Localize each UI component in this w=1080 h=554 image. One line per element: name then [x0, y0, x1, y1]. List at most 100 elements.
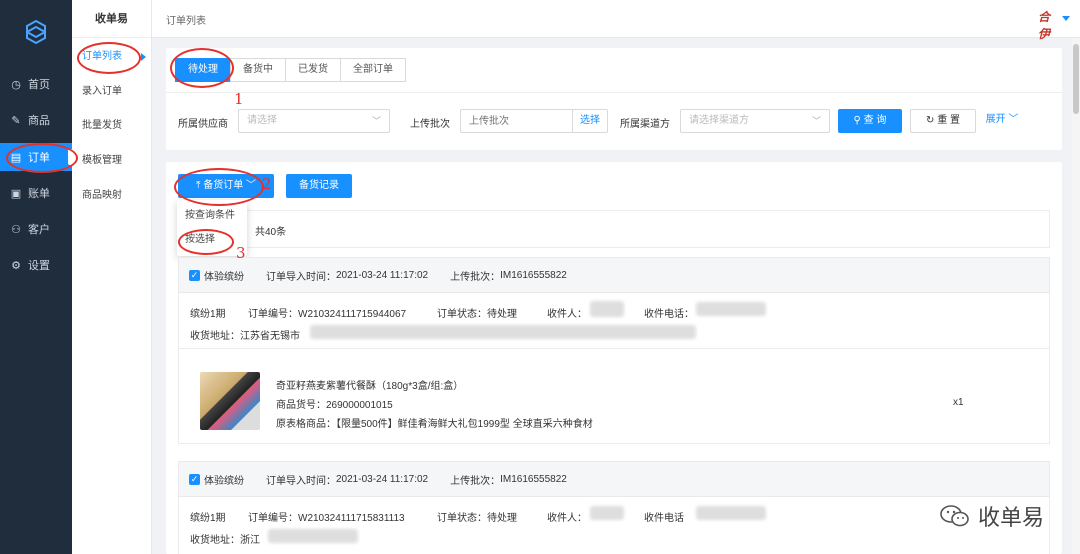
top-header: 订单列表 合伊 — [152, 0, 1080, 41]
redacted-address — [268, 529, 358, 543]
sub-item-enter-order[interactable]: 录入订单 — [72, 80, 152, 104]
order-no-value: W210324111715831113 — [298, 513, 405, 524]
batch-select-button[interactable]: 选择 — [572, 109, 608, 133]
status-tabs: 待处理 备货中 已发货 全部订单 — [175, 58, 406, 82]
dropdown-item-by-query[interactable]: 按查询条件 — [177, 204, 247, 228]
chevron-down-icon: ﹀ — [1005, 114, 1019, 125]
channel-select[interactable]: 请选择渠道方 ﹀ — [680, 109, 830, 133]
address-value: 江苏省无锡市 — [240, 331, 300, 342]
product-origin-value: 【限量500件】鲜佳肴海鲜大礼包1999型 全球直采六种食材 — [336, 419, 593, 430]
batch-input[interactable] — [460, 109, 574, 133]
sub-item-order-list[interactable]: 订单列表 — [72, 45, 152, 69]
nav-item-orders[interactable]: ▤ 订单 — [0, 143, 72, 171]
supplier-select[interactable]: 请选择 ﹀ — [238, 109, 390, 133]
divider — [166, 92, 1062, 93]
reset-button-label: 重 置 — [937, 115, 960, 126]
channel-name: 体验缤纷 — [204, 271, 244, 283]
order-period: 缤纷1期 — [190, 309, 226, 320]
order-status-label: 订单状态： — [437, 513, 487, 524]
gear-icon: ⚙ — [11, 259, 21, 272]
stock-record-button[interactable]: 备货记录 — [286, 174, 352, 198]
annotation-number-2: 2 — [262, 175, 272, 193]
channel-name: 体验缤纷 — [204, 475, 244, 487]
stock-order-button[interactable]: ⤒ 备货订单 ﹀ — [178, 174, 274, 198]
annotation-number-1: 1 — [234, 90, 244, 108]
order-status-value: 待处理 — [487, 513, 517, 524]
nav-item-settings[interactable]: ⚙ 设置 — [0, 251, 72, 279]
redacted-receiver — [590, 506, 624, 520]
nav-item-label: 首页 — [28, 79, 50, 91]
chevron-down-icon: ﹀ — [243, 180, 256, 191]
user-icon: ⚇ — [11, 223, 21, 236]
phone-label: 收件电话 — [644, 513, 684, 524]
sub-item-goods-mapping[interactable]: 商品映射 — [72, 184, 152, 208]
redacted-phone — [696, 506, 766, 520]
summary-bar — [178, 210, 1050, 248]
order-status: 订单状态：待处理 — [437, 509, 517, 524]
sub-item-templates[interactable]: 模板管理 — [72, 149, 152, 173]
nav-item-home[interactable]: ◷ 首页 — [0, 70, 72, 98]
supplier-label: 所属供应商 — [178, 119, 228, 130]
refresh-icon: ↻ — [926, 115, 938, 126]
nav-item-label: 商品 — [28, 115, 50, 127]
order-status-label: 订单状态： — [437, 309, 487, 320]
product-sku-label: 商品货号： — [276, 400, 326, 411]
watermark-text: 收单易 — [977, 505, 1044, 530]
search-icon: ⚲ — [853, 115, 864, 126]
nav-item-label: 设置 — [28, 260, 50, 272]
order-group-header: ✓ 体验缤纷 订单导入时间： 2021-03-24 11:17:02 上传批次：… — [178, 461, 1050, 497]
list-icon: ▤ — [10, 151, 22, 164]
tab-stocking[interactable]: 备货中 — [230, 58, 286, 82]
checkbox-checked-icon[interactable]: ✓ — [189, 473, 200, 485]
page-scrollbar[interactable] — [1072, 38, 1080, 554]
wechat-icon — [940, 505, 969, 527]
total-count: 共40条 — [255, 227, 287, 238]
order-status-value: 待处理 — [487, 309, 517, 320]
batch-id: IM1616555822 — [500, 473, 567, 485]
nav-item-label: 客户 — [28, 224, 50, 236]
sub-sidebar-title: 收单易 — [72, 0, 151, 38]
order-no-label: 订单编号： — [248, 309, 298, 320]
tab-all[interactable]: 全部订单 — [340, 58, 406, 82]
sub-sidebar: 收单易 订单列表 录入订单 批量发货 模板管理 商品映射 — [72, 0, 152, 554]
order-no-value: W210324111715944067 — [298, 309, 407, 320]
tab-shipped[interactable]: 已发货 — [285, 58, 341, 82]
product-sku-value: 269000001015 — [326, 400, 393, 411]
app-logo[interactable] — [0, 0, 72, 64]
breadcrumb: 订单列表 — [166, 16, 206, 27]
query-button-label: 查 询 — [863, 115, 887, 126]
sub-item-batch-ship[interactable]: 批量发货 — [72, 114, 152, 138]
batch-label: 上传批次： — [450, 475, 501, 487]
tab-pending[interactable]: 待处理 — [175, 58, 231, 82]
nav-item-bills[interactable]: ▣ 账单 — [0, 179, 72, 207]
import-time: 2021-03-24 11:17:02 — [336, 473, 429, 485]
redacted-phone — [696, 302, 766, 316]
redacted-address — [310, 325, 696, 339]
address: 收货地址：江苏省无锡市 — [190, 327, 300, 342]
nav-item-customers[interactable]: ⚇ 客户 — [0, 215, 72, 243]
order-period: 缤纷1期 — [190, 513, 226, 524]
batch-id: IM1616555822 — [500, 269, 567, 281]
expand-link[interactable]: 展开 ﹀ — [982, 109, 1022, 133]
edit-icon: ✎ — [11, 114, 21, 127]
channel-placeholder: 请选择渠道方 — [689, 115, 749, 126]
channel-label: 所属渠道方 — [620, 119, 670, 130]
bill-icon: ▣ — [10, 187, 22, 200]
nav-item-label: 账单 — [28, 188, 50, 200]
avatar: 合伊 — [1038, 10, 1051, 41]
import-time-label: 订单导入时间： — [266, 271, 336, 283]
home-icon: ◷ — [11, 78, 21, 91]
nav-item-goods[interactable]: ✎ 商品 — [0, 106, 72, 134]
product-origin: 原表格商品：【限量500件】鲜佳肴海鲜大礼包1999型 全球直采六种食材 — [276, 415, 593, 430]
user-menu[interactable]: 合伊 — [1038, 8, 1070, 41]
scrollbar-thumb[interactable] — [1073, 44, 1079, 114]
checkbox-checked-icon[interactable]: ✓ — [189, 269, 200, 281]
address-label: 收货地址： — [190, 331, 240, 342]
product-origin-label: 原表格商品： — [276, 419, 336, 430]
product-name: 奇亚籽燕麦紫薯代餐酥（180g*3盒/组:盒） — [276, 381, 464, 392]
divider — [178, 348, 1050, 349]
receiver-label: 收件人： — [547, 513, 587, 524]
nav-item-label: 订单 — [28, 152, 50, 164]
reset-button[interactable]: ↻ 重 置 — [910, 109, 976, 133]
query-button[interactable]: ⚲ 查 询 — [838, 109, 902, 133]
